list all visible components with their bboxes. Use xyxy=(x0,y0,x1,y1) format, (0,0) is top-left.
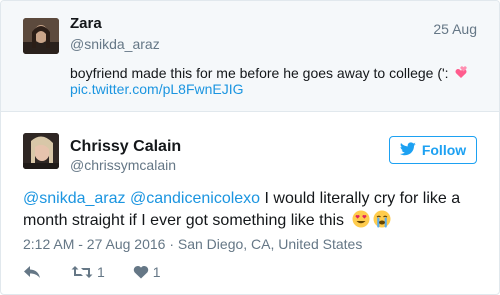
author-name[interactable]: Chrissy Calain xyxy=(70,138,181,156)
tweet-text-line-2: month straight if I ever got something l… xyxy=(23,212,345,229)
tweet-text: @snikda_araz @candicenicolexo I would li… xyxy=(23,188,478,232)
quoted-author-name[interactable]: Zara xyxy=(70,15,102,32)
reply-button[interactable] xyxy=(23,265,41,279)
author-avatar[interactable] xyxy=(23,133,59,169)
tweet-timestamp-location[interactable]: 2:12 AM - 27 Aug 2016 · San Diego, CA, U… xyxy=(23,236,362,252)
follow-label: Follow xyxy=(421,142,467,158)
quoted-text: boyfriend made this for me before he goe… xyxy=(70,65,468,81)
like-button[interactable]: 1 xyxy=(133,264,161,280)
heart-icon xyxy=(133,265,149,279)
quoted-avatar[interactable] xyxy=(23,18,59,54)
heart-eyes-icon xyxy=(352,210,370,228)
quoted-pic-link[interactable]: pic.twitter.com/pL8FwnEJIG xyxy=(70,81,244,97)
tweet-actions: 1 1 xyxy=(23,262,161,282)
quoted-tweet[interactable]: Zara @snikda_araz 25 Aug boyfriend made … xyxy=(1,1,499,112)
reply-icon xyxy=(23,265,41,279)
quoted-text-body: boyfriend made this for me before he goe… xyxy=(70,65,449,81)
mention-link[interactable]: @snikda_araz xyxy=(23,190,126,207)
retweet-button[interactable]: 1 xyxy=(71,264,105,280)
crying-face-icon xyxy=(373,210,391,228)
quoted-date[interactable]: 25 Aug xyxy=(433,21,477,37)
mention-link[interactable]: @candicenicolexo xyxy=(130,190,260,207)
retweet-count: 1 xyxy=(97,264,105,280)
quoted-author-handle[interactable]: @snikda_araz xyxy=(70,36,160,52)
two-hearts-icon xyxy=(454,66,468,80)
twitter-bird-icon xyxy=(399,141,416,159)
retweet-icon xyxy=(71,265,93,279)
author-handle[interactable]: @chrissymcalain xyxy=(70,157,176,173)
like-count: 1 xyxy=(152,264,161,280)
embedded-tweet-card: Zara @snikda_araz 25 Aug boyfriend made … xyxy=(0,0,500,295)
follow-button[interactable]: Follow xyxy=(389,136,477,164)
tweet-text-line-1: I would literally cry for like a xyxy=(260,190,461,207)
